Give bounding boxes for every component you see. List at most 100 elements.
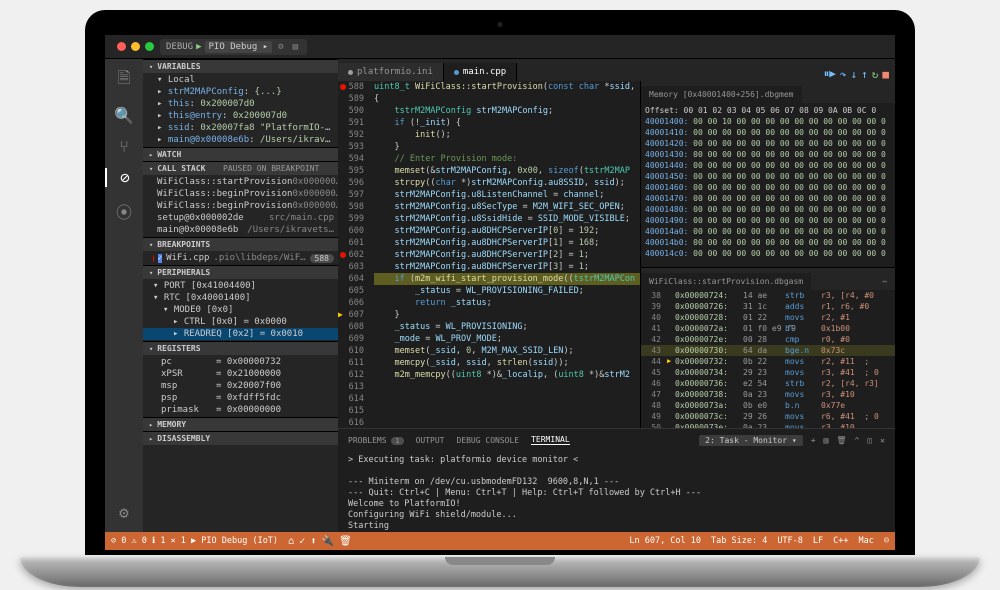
step-over-icon[interactable]: ↷ xyxy=(840,68,847,81)
code-line[interactable]: strM2MAPConfig.au8DHCPServerIP[0] = 192; xyxy=(374,225,640,237)
status-item[interactable]: ℹ 1 xyxy=(152,536,165,546)
status-item[interactable]: UTF-8 xyxy=(777,536,803,546)
split-terminal-icon[interactable]: ▥ xyxy=(824,436,829,445)
code-line[interactable]: strM2MAPConfig.u8SsidHide = SSID_MODE_VI… xyxy=(374,213,640,225)
settings-icon[interactable]: ⚙ xyxy=(119,503,129,522)
code-line[interactable]: return _status; xyxy=(374,297,640,309)
code-line[interactable]: } xyxy=(374,141,640,153)
close-window[interactable] xyxy=(117,42,126,51)
maximize-panel-icon[interactable]: ^ xyxy=(855,436,860,445)
status-action-icon[interactable]: ⌂ xyxy=(288,536,294,547)
status-action-icon[interactable]: ⬆ xyxy=(310,536,316,547)
debug-console-icon[interactable]: ▤ xyxy=(290,42,301,52)
variables-scope[interactable]: ▾ Local xyxy=(143,74,338,86)
asm-row[interactable]: 380x00000724:14 aestrbr3, [r4, #0 xyxy=(641,290,895,301)
asm-row[interactable]: 400x00000728:01 22movsr2, #1 xyxy=(641,312,895,323)
continue-icon[interactable]: ⏸▶ xyxy=(824,67,836,81)
variable-row[interactable]: ▸ this: 0x200007d0 xyxy=(143,98,338,110)
status-item[interactable]: ✕ 1 xyxy=(171,536,186,546)
peripheral-row[interactable]: ▾ MODE0 [0x0] xyxy=(143,304,338,316)
code-line[interactable]: strM2MAPConfig.au8DHCPServerIP[2] = 1; xyxy=(374,249,640,261)
asm-row[interactable]: 450x00000734:29 23movsr3, #41 ; 0 xyxy=(641,367,895,378)
peripheral-row[interactable]: ▾ PORT [0x41004400] xyxy=(143,280,338,292)
code-line[interactable]: memset(&strM2MAPConfig, 0x00, sizeof(tst… xyxy=(374,165,640,177)
breakpoints-section[interactable]: ▾BREAKPOINTS xyxy=(143,237,338,251)
variable-row[interactable]: ▸ strM2MAPConfig: {...} xyxy=(143,86,338,98)
step-out-icon[interactable]: ↑ xyxy=(861,68,868,81)
status-item[interactable]: ⚠ 0 xyxy=(131,536,146,546)
search-icon[interactable]: 🔍 xyxy=(114,106,134,125)
panel-tab-problems[interactable]: PROBLEMS 1 xyxy=(348,436,404,445)
asm-row[interactable]: 430x00000730:64 dabge.n0x73c xyxy=(641,345,895,356)
peripherals-section[interactable]: ▾PERIPHERALS xyxy=(143,265,338,279)
new-terminal-icon[interactable]: + xyxy=(811,436,816,445)
panel-layout-icon[interactable]: ◫ xyxy=(867,436,872,445)
asm-tab[interactable]: WiFiClass::startProvision.dbgasm xyxy=(641,273,811,290)
asm-row[interactable]: 490x0000073c:29 26movsr6, #41 ; 0 xyxy=(641,411,895,422)
asm-row[interactable]: 460x00000736:e2 54strbr2, [r4, r3] xyxy=(641,378,895,389)
memory-view[interactable]: Offset: 00 01 02 03 04 05 06 07 08 09 0A… xyxy=(641,103,895,267)
debug-config-select[interactable]: PIO Debug ▸ xyxy=(205,41,273,53)
memory-section[interactable]: ▸MEMORY xyxy=(143,417,338,431)
code-line[interactable]: } xyxy=(374,309,640,321)
code-line[interactable]: uint8_t WiFiClass::startProvision(const … xyxy=(374,81,640,93)
code-line[interactable]: strM2MAPConfig.au8DHCPServerIP[3] = 1; xyxy=(374,261,640,273)
code-line[interactable]: memcpy(_ssid, ssid, strlen(ssid)); xyxy=(374,357,640,369)
status-item[interactable]: ▶ PIO Debug (IoT) xyxy=(191,536,278,546)
stack-frame[interactable]: WiFiClass::beginProvision0x000000… xyxy=(143,188,338,200)
breakpoint-row[interactable]: ✓WiFi.cpp .pio\libdeps/WiF…588 xyxy=(143,252,338,264)
stack-frame[interactable]: setup@0x000002desrc/main.cpp xyxy=(143,212,338,224)
status-action-icon[interactable]: 🔌 xyxy=(322,536,334,547)
panel-tab-output[interactable]: OUTPUT xyxy=(416,436,445,445)
code-line[interactable]: _mode = WL_PROV_MODE; xyxy=(374,333,640,345)
status-item[interactable]: C++ xyxy=(833,536,848,546)
zoom-window[interactable] xyxy=(145,42,154,51)
asm-row[interactable]: 390x00000726:31 1caddsr1, r6, #0 xyxy=(641,301,895,312)
asm-row[interactable]: 420x0000072e:00 28cmpr0, #0 xyxy=(641,334,895,345)
debug-icon[interactable]: ⊘ xyxy=(105,168,143,187)
register-row[interactable]: psp = 0xfdff5fdc xyxy=(143,392,338,404)
code-line[interactable]: init(); xyxy=(374,129,640,141)
asm-row[interactable]: 470x00000738:0a 23movsr3, #10 xyxy=(641,389,895,400)
code-line[interactable]: { xyxy=(374,93,640,105)
code-line[interactable]: tstrM2MAPConfig strM2MAPConfig; xyxy=(374,105,640,117)
watch-section[interactable]: ▸WATCH xyxy=(143,147,338,161)
status-item[interactable]: Mac xyxy=(859,536,874,546)
variable-row[interactable]: ▸ ssid: 0x20007fa8 "PlatformIO-31…" xyxy=(143,122,338,134)
code-line[interactable]: strM2MAPConfig.au8DHCPServerIP[1] = 168; xyxy=(374,237,640,249)
step-into-icon[interactable]: ↓ xyxy=(851,68,858,81)
stack-frame[interactable]: WiFiClass::startProvision0x000000… xyxy=(143,176,338,188)
status-item[interactable]: LF xyxy=(813,536,823,546)
asm-row[interactable]: 410x0000072a:01 f0 e9 f9bl0x1b00 xyxy=(641,323,895,334)
code-line[interactable]: if (!_init) { xyxy=(374,117,640,129)
code-line[interactable]: if (m2m_wifi_start_provision_mode((tstrM… xyxy=(374,273,640,285)
code-line[interactable]: m2m_memcpy((uint8 *)&_localip, (uint8 *)… xyxy=(374,369,640,381)
restart-icon[interactable]: ↻ xyxy=(872,68,879,81)
code-line[interactable]: strcpy((char *)strM2MAPConfig.au8SSID, s… xyxy=(374,177,640,189)
disassembly-section[interactable]: ▸DISASSEMBLY xyxy=(143,431,338,445)
register-row[interactable]: primask = 0x00000000 xyxy=(143,404,338,416)
code-line[interactable]: memset(_ssid, 0, M2M_MAX_SSID_LEN); xyxy=(374,345,640,357)
code-editor[interactable]: 5885895905915925935945955965975985996006… xyxy=(338,81,640,428)
terminal[interactable]: > Executing task: platformio device moni… xyxy=(338,451,895,532)
register-row[interactable]: pc = 0x00000732 xyxy=(143,356,338,368)
variables-section[interactable]: ▾VARIABLES xyxy=(143,59,338,73)
settings-gear-icon[interactable]: ⚙ xyxy=(275,42,286,52)
peripheral-row[interactable]: ▸ READREQ [0x2] = 0x0010 xyxy=(143,328,338,340)
peripheral-row[interactable]: ▸ CTRL [0x0] = 0x0000 xyxy=(143,316,338,328)
asm-view[interactable]: 380x00000724:14 aestrbr3, [r4, #0390x000… xyxy=(641,290,895,428)
peripheral-row[interactable]: ▾ RTC [0x40001400] xyxy=(143,292,338,304)
registers-section[interactable]: ▾REGISTERS xyxy=(143,341,338,355)
stack-frame[interactable]: WiFiClass::beginProvision0x000000… xyxy=(143,200,338,212)
explorer-icon[interactable]: 🗎 xyxy=(118,67,131,94)
code-line[interactable]: strM2MAPConfig.u8ListenChannel = channel… xyxy=(374,189,640,201)
pio-icon[interactable]: ⦿ xyxy=(116,199,132,223)
git-icon[interactable]: ⑂ xyxy=(119,137,129,156)
callstack-section[interactable]: ▾CALL STACK PAUSED ON BREAKPOINT xyxy=(143,161,338,175)
status-item[interactable]: ⊘ 0 xyxy=(111,536,126,546)
asm-row[interactable]: 480x0000073a:0b e0b.n0x77e xyxy=(641,400,895,411)
code-line[interactable]: // Enter Provision mode: xyxy=(374,153,640,165)
register-row[interactable]: msp = 0x20007f00 xyxy=(143,380,338,392)
code-line[interactable]: _status = WL_PROVISIONING_FAILED; xyxy=(374,285,640,297)
stop-icon[interactable]: ■ xyxy=(882,68,889,81)
